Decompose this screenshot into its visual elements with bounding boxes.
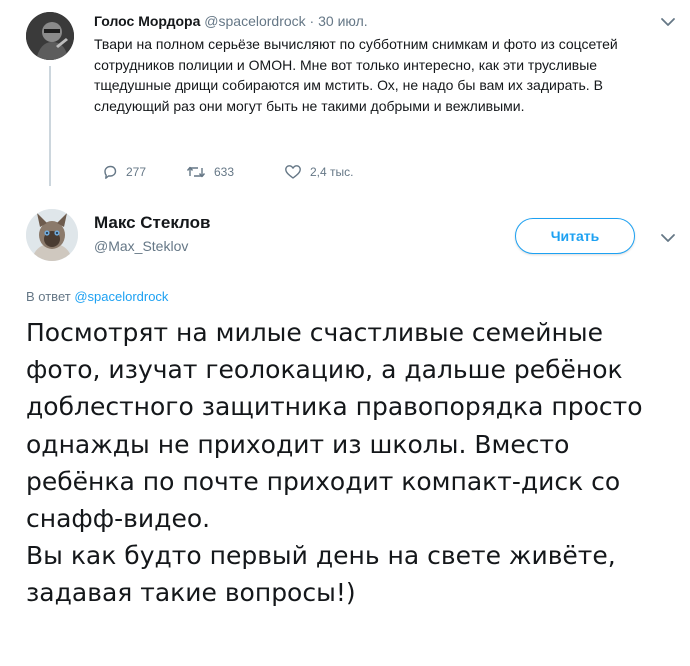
like-action[interactable]: 2,4 тыс. <box>284 164 353 180</box>
chevron-down-icon[interactable] <box>660 16 676 28</box>
parent-tweet[interactable]: Голос Мордора @spacelordrock · 30 июл. Т… <box>0 0 690 196</box>
main-tweet-text: Посмотрят на милые счастливые семейные ф… <box>26 314 681 612</box>
thread-connector-line <box>49 66 51 186</box>
main-author-avatar[interactable] <box>26 209 78 261</box>
reply-icon <box>104 165 117 179</box>
parent-author-handle[interactable]: @spacelordrock <box>204 13 305 29</box>
reply-to-prefix: В ответ <box>26 289 75 304</box>
reply-to-line: В ответ @spacelordrock <box>26 289 168 304</box>
like-icon <box>285 165 301 179</box>
parent-author-name[interactable]: Голос Мордора <box>94 13 200 29</box>
main-author-handle[interactable]: @Max_Steklov <box>94 238 188 254</box>
parent-tweet-header: Голос Мордора @spacelordrock · 30 июл. <box>94 12 368 30</box>
reply-count: 277 <box>126 165 147 179</box>
follow-button[interactable]: Читать <box>515 218 635 254</box>
reply-action[interactable]: 277 <box>102 164 146 180</box>
main-author-name[interactable]: Макс Стеклов <box>94 213 210 233</box>
like-count: 2,4 тыс. <box>310 165 354 179</box>
main-tweet-paragraph: Вы как будто первый день на свете живёте… <box>26 541 616 608</box>
retweet-count: 633 <box>214 165 235 179</box>
header-separator: · <box>305 13 319 29</box>
retweet-action[interactable]: 633 <box>186 164 234 180</box>
parent-tweet-text: Твари на полном серьёзе вычисляют по суб… <box>94 36 618 114</box>
parent-author-avatar[interactable] <box>26 12 74 60</box>
reply-to-mention-link[interactable]: @spacelordrock <box>74 289 168 304</box>
retweet-icon <box>186 166 206 178</box>
parent-tweet-date[interactable]: 30 июл. <box>318 13 368 29</box>
chevron-down-icon[interactable] <box>660 232 676 244</box>
main-tweet-paragraph: Посмотрят на милые счастливые семейные ф… <box>26 318 643 534</box>
